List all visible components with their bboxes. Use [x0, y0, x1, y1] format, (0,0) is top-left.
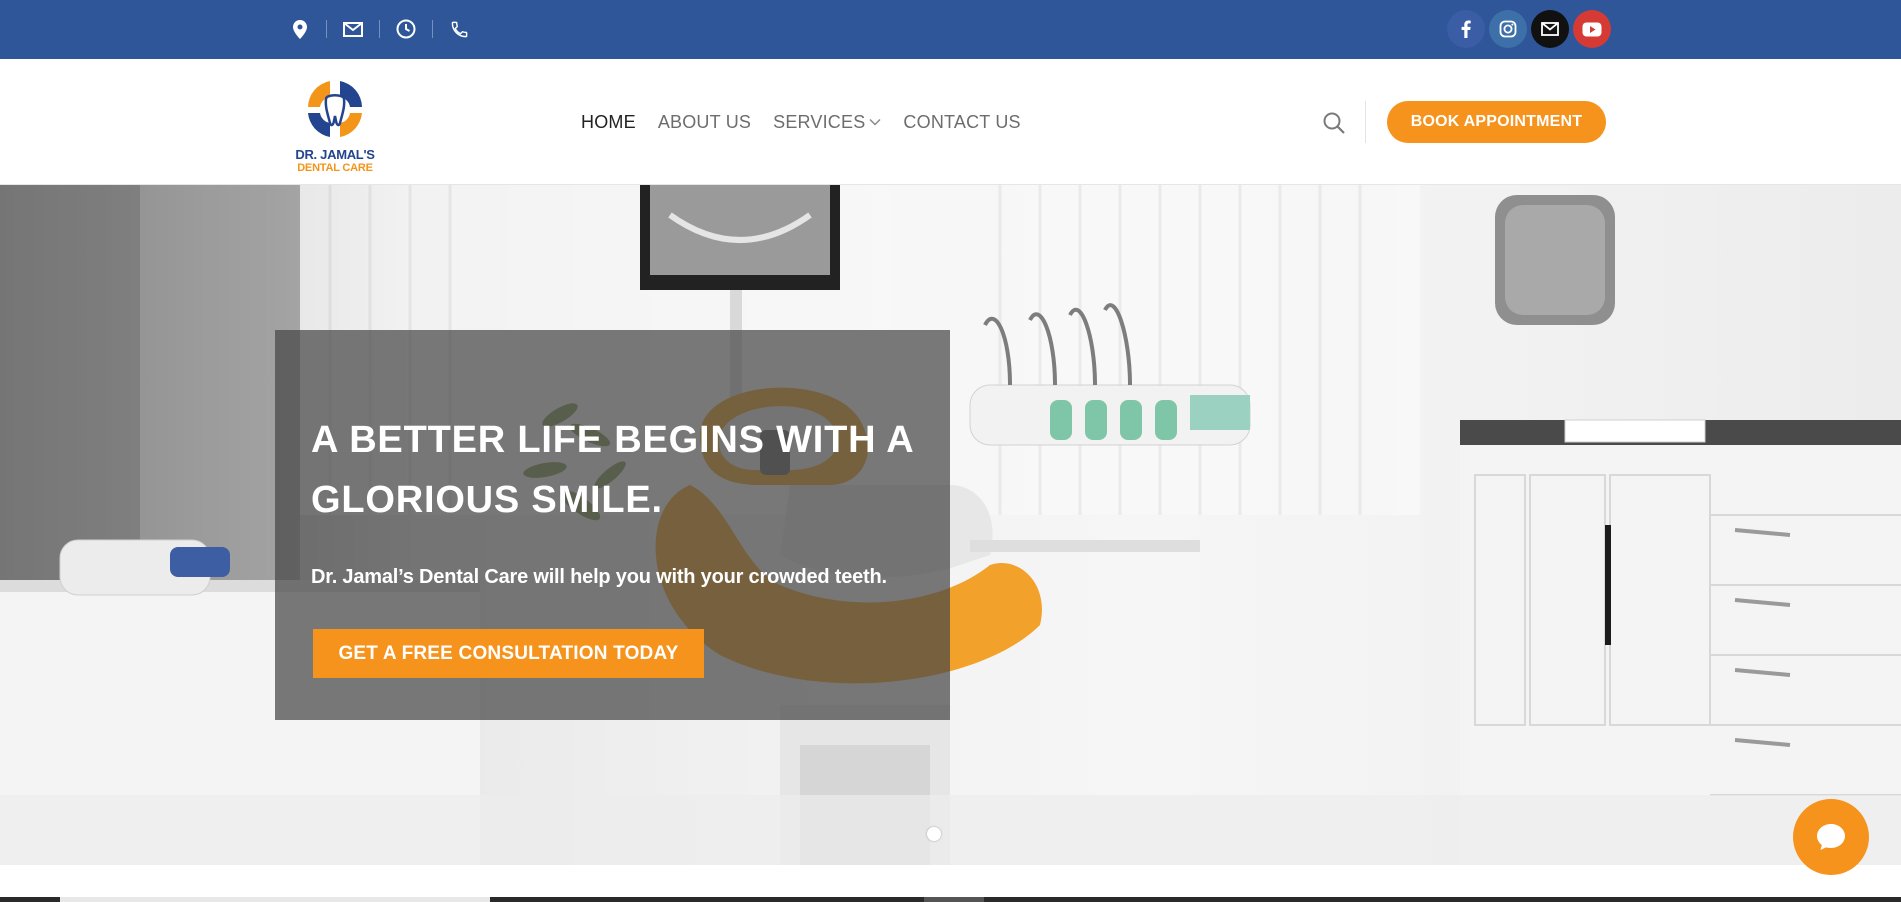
slider-dot[interactable]: [927, 827, 941, 841]
envelope-icon[interactable]: [341, 17, 365, 41]
divider: [326, 20, 327, 38]
clock-icon[interactable]: [394, 17, 418, 41]
chat-bubble-icon: [1817, 824, 1845, 850]
next-section-edge: [0, 897, 1901, 902]
nav-about-us[interactable]: ABOUT US: [658, 112, 751, 133]
facebook-icon[interactable]: [1447, 10, 1485, 48]
logo-text-bottom: DENTAL CARE: [297, 162, 373, 174]
email-icon[interactable]: [1531, 10, 1569, 48]
nav-contact-us[interactable]: CONTACT US: [903, 112, 1020, 133]
divider: [1365, 101, 1366, 143]
chevron-down-icon: [869, 118, 881, 126]
instagram-icon[interactable]: [1489, 10, 1527, 48]
free-consultation-button[interactable]: GET A FREE CONSULTATION TODAY: [313, 629, 704, 678]
social-links: [1447, 10, 1611, 48]
book-appointment-button[interactable]: BOOK APPOINTMENT: [1387, 101, 1606, 143]
logo-text-top: DR. JAMAL'S: [295, 147, 375, 162]
phone-icon[interactable]: [447, 17, 471, 41]
hero-slider: A BETTER LIFE BEGINS WITH A GLORIOUS SMI…: [0, 185, 1901, 865]
hero-subline: Dr. Jamal’s Dental Care will help you wi…: [311, 566, 887, 588]
strip-segment: [60, 897, 490, 902]
nav-home[interactable]: HOME: [581, 112, 636, 133]
chat-button[interactable]: [1793, 799, 1869, 875]
top-bar: [0, 0, 1901, 59]
hero-headline: A BETTER LIFE BEGINS WITH A GLORIOUS SMI…: [311, 419, 914, 521]
strip-segment: [924, 897, 984, 902]
divider: [379, 20, 380, 38]
contact-icons: [288, 14, 471, 44]
logo-mark: [308, 81, 362, 137]
logo[interactable]: DR. JAMAL'S DENTAL CARE: [290, 71, 380, 175]
hero-caption-box: A BETTER LIFE BEGINS WITH A GLORIOUS SMI…: [275, 330, 950, 720]
youtube-icon[interactable]: [1573, 10, 1611, 48]
main-nav: HOME ABOUT US SERVICES CONTACT US: [581, 59, 1021, 185]
nav-services[interactable]: SERVICES: [773, 112, 881, 133]
nav-services-label: SERVICES: [773, 111, 866, 132]
site-header: DR. JAMAL'S DENTAL CARE HOME ABOUT US SE…: [0, 59, 1901, 185]
divider: [432, 20, 433, 38]
search-icon[interactable]: [1322, 111, 1346, 135]
location-pin-icon[interactable]: [288, 17, 312, 41]
